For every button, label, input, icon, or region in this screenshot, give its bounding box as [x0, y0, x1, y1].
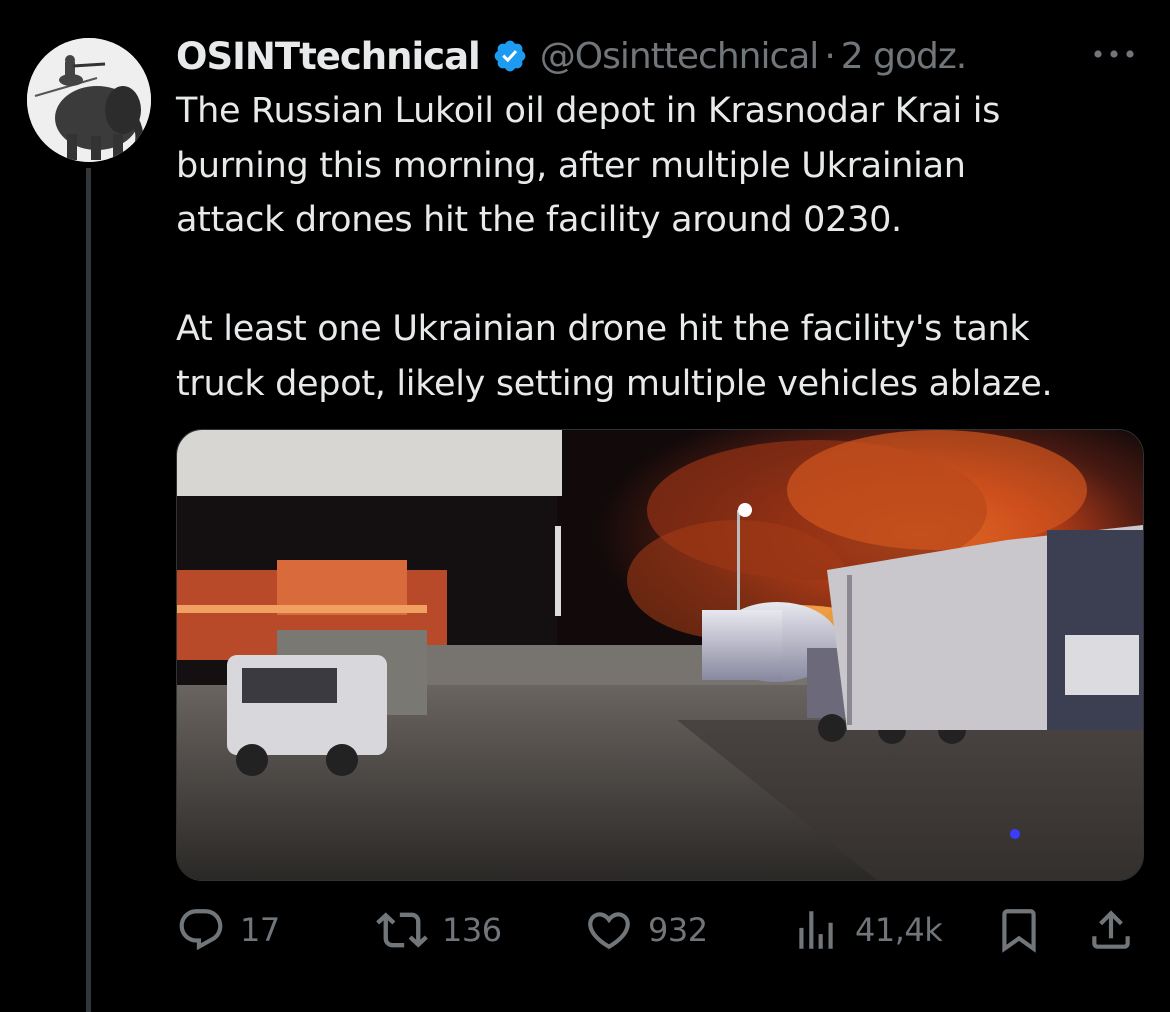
share-icon — [1092, 910, 1130, 949]
like-count: 932 — [648, 911, 708, 949]
verified-badge-icon — [494, 40, 526, 72]
action-bar: 17 136 932 41,4k — [176, 900, 1142, 960]
author-avatar[interactable] — [27, 38, 151, 162]
like-button[interactable]: 932 — [584, 900, 708, 960]
tweet-header: OSINTtechnical @Osinttechnical · 2 godz. — [176, 30, 1146, 82]
timestamp[interactable]: 2 godz. — [841, 36, 967, 77]
retweet-icon — [376, 912, 428, 948]
author-name[interactable]: OSINTtechnical — [176, 35, 481, 78]
bookmark-icon — [1002, 909, 1036, 953]
tweet-photo[interactable] — [176, 429, 1144, 881]
tweet-line: At least one Ukrainian drone hit the fac… — [176, 309, 1030, 349]
bookmark-button[interactable] — [994, 900, 1044, 960]
author-handle[interactable]: @Osinttechnical — [540, 36, 820, 77]
more-options-icon[interactable] — [1090, 42, 1138, 66]
views-count: 41,4k — [855, 911, 943, 949]
separator-dot: · — [824, 35, 835, 77]
thread-line — [86, 168, 91, 1012]
tweet-line: attack drones hit the facility around 02… — [176, 200, 902, 240]
retweet-button[interactable]: 136 — [376, 900, 502, 960]
reply-button[interactable]: 17 — [176, 900, 280, 960]
reply-icon — [179, 909, 223, 951]
reply-count: 17 — [240, 911, 280, 949]
heart-icon — [588, 912, 630, 950]
views-button[interactable]: 41,4k — [791, 900, 943, 960]
share-button[interactable] — [1086, 900, 1136, 960]
retweet-count: 136 — [442, 911, 502, 949]
views-icon — [799, 911, 833, 949]
elephant-avatar-icon — [27, 38, 151, 162]
tweet-line: burning this morning, after multiple Ukr… — [176, 145, 966, 186]
tweet-text: The Russian Lukoil oil depot in Krasnoda… — [176, 84, 1151, 411]
burning-depot-photo-icon — [177, 430, 1143, 880]
tweet-line: truck depot, likely setting multiple veh… — [176, 363, 1053, 404]
tweet-line: The Russian Lukoil oil depot in Krasnoda… — [176, 91, 1001, 131]
